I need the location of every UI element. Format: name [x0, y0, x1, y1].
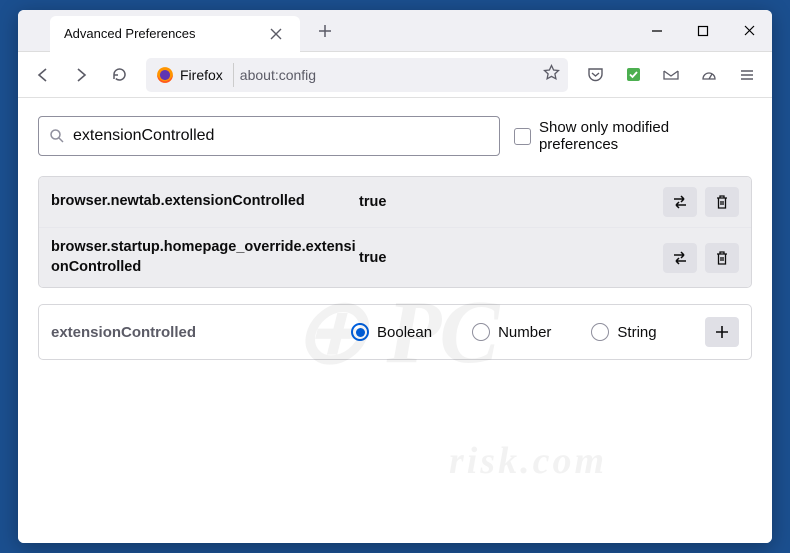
- url-identity-label: Firefox: [180, 67, 223, 83]
- url-text: about:config: [240, 67, 537, 83]
- nav-toolbar: Firefox about:config: [18, 52, 772, 98]
- url-identity[interactable]: Firefox: [150, 63, 234, 87]
- reload-button[interactable]: [102, 58, 136, 92]
- reset-button[interactable]: [705, 243, 739, 273]
- page-content: Show only modified preferences browser.n…: [18, 98, 772, 543]
- browser-tab[interactable]: Advanced Preferences: [50, 16, 300, 52]
- mail-icon[interactable]: [654, 58, 688, 92]
- pref-name: browser.newtab.extensionControlled: [51, 192, 359, 212]
- url-bar[interactable]: Firefox about:config: [146, 58, 568, 92]
- toggle-button[interactable]: [663, 243, 697, 273]
- firefox-logo-icon: [156, 66, 174, 84]
- reset-button[interactable]: [705, 187, 739, 217]
- radio-icon: [351, 323, 369, 341]
- extension-icon[interactable]: [616, 58, 650, 92]
- tab-title: Advanced Preferences: [64, 26, 196, 41]
- pref-value: true: [359, 194, 663, 210]
- radio-icon: [591, 323, 609, 341]
- radio-label: Boolean: [377, 324, 432, 341]
- pocket-icon[interactable]: [578, 58, 612, 92]
- menu-button[interactable]: [730, 58, 764, 92]
- new-tab-button[interactable]: [310, 16, 340, 46]
- bookmark-star-icon[interactable]: [543, 64, 560, 86]
- pref-row: browser.newtab.extensionControlled true: [39, 177, 751, 227]
- radio-label: Number: [498, 324, 551, 341]
- pref-row: browser.startup.homepage_override.extens…: [39, 227, 751, 287]
- show-only-modified-checkbox[interactable]: Show only modified preferences: [514, 119, 752, 153]
- radio-string[interactable]: String: [591, 323, 656, 341]
- close-window-button[interactable]: [726, 10, 772, 52]
- pref-name: browser.startup.homepage_override.extens…: [51, 238, 359, 277]
- type-radios: Boolean Number String: [351, 323, 705, 341]
- add-button[interactable]: [705, 317, 739, 347]
- back-button[interactable]: [26, 58, 60, 92]
- maximize-button[interactable]: [680, 10, 726, 52]
- radio-icon: [472, 323, 490, 341]
- title-bar: Advanced Preferences: [18, 10, 772, 52]
- radio-boolean[interactable]: Boolean: [351, 323, 432, 341]
- browser-window: Advanced Preferences Firefox about:confi…: [18, 10, 772, 543]
- close-tab-icon[interactable]: [266, 24, 286, 44]
- radio-label: String: [617, 324, 656, 341]
- search-box[interactable]: [38, 116, 500, 156]
- checkbox-label: Show only modified preferences: [539, 119, 752, 153]
- search-input[interactable]: [73, 127, 489, 145]
- search-icon: [49, 128, 65, 144]
- window-controls: [634, 10, 772, 52]
- minimize-button[interactable]: [634, 10, 680, 52]
- dashboard-icon[interactable]: [692, 58, 726, 92]
- radio-number[interactable]: Number: [472, 323, 551, 341]
- search-row: Show only modified preferences: [38, 116, 752, 156]
- forward-button[interactable]: [64, 58, 98, 92]
- checkbox-icon: [514, 128, 531, 145]
- new-pref-name: extensionControlled: [51, 324, 351, 341]
- pref-value: true: [359, 250, 663, 266]
- prefs-table: browser.newtab.extensionControlled true …: [38, 176, 752, 288]
- add-pref-row: extensionControlled Boolean Number Strin…: [38, 304, 752, 360]
- toggle-button[interactable]: [663, 187, 697, 217]
